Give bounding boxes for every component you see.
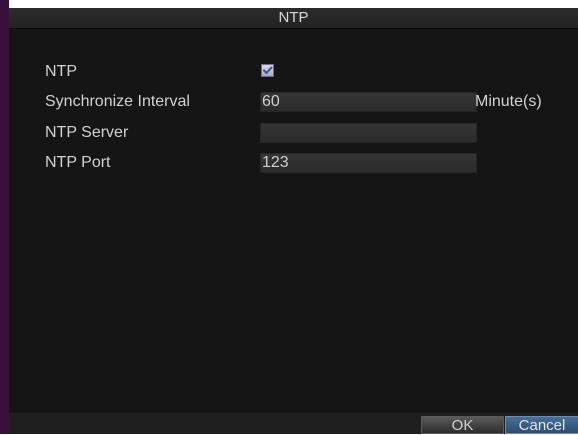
sync-interval-input[interactable]: 60 <box>260 92 477 112</box>
sync-interval-label: Synchronize Interval <box>45 93 190 110</box>
ntp-server-input[interactable] <box>260 123 477 143</box>
ntp-port-input[interactable]: 123 <box>260 153 477 173</box>
sync-interval-unit: Minute(s) <box>475 93 542 110</box>
ntp-server-label: NTP Server <box>45 124 129 141</box>
checkmark-icon <box>263 66 273 74</box>
ntp-label: NTP <box>45 63 77 80</box>
dialog-title: NTP <box>9 8 578 29</box>
ntp-port-label: NTP Port <box>45 154 111 171</box>
ok-button[interactable]: OK <box>421 416 504 434</box>
screen-frame: NTP NTP Synchronize Interval 60 Minute(s… <box>0 0 578 434</box>
cancel-button[interactable]: Cancel <box>505 416 578 434</box>
left-edge-strip <box>0 0 9 434</box>
ntp-dialog: NTP NTP Synchronize Interval 60 Minute(s… <box>9 8 578 434</box>
ntp-enable-checkbox[interactable] <box>261 64 274 77</box>
